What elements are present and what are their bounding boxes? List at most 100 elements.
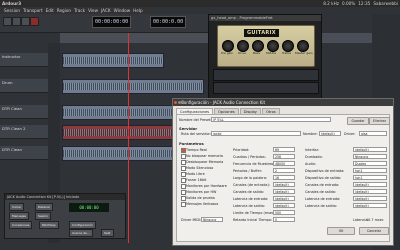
checkbox-label: Modo Libre [186, 171, 205, 176]
param-label: Frecuencia de Muestreo: [233, 162, 275, 166]
checkbox-label: Modo Silencioso [186, 165, 214, 170]
settings-content: Nombre del Preset: (P 5)LL Guardar Elimi… [176, 114, 390, 242]
minimize-icon[interactable] [178, 100, 181, 104]
param-label: Canales de entrada: [305, 183, 340, 187]
ok-button[interactable]: OK [327, 227, 355, 235]
track-header[interactable]: DTR Clean 2 [0, 125, 48, 139]
patchbay-button[interactable]: Patchbay [39, 221, 59, 229]
server-path-field[interactable]: jackd [211, 131, 301, 136]
out-latency-spin[interactable]: (default) [273, 203, 295, 208]
initial-timeout-label: Retardo Inicial Tiempo: [233, 218, 272, 222]
stop-button[interactable]: Detener [35, 203, 54, 211]
in-lat-select[interactable]: (default) [353, 196, 387, 201]
menu-session[interactable]: Session [4, 7, 20, 14]
in-ch-select[interactable]: (default) [353, 182, 387, 187]
preset-label: Nombre del Preset: [179, 118, 212, 122]
dither-select[interactable]: Ninguno [353, 154, 387, 159]
app-title: Ardour3 [2, 1, 22, 6]
start-button[interactable]: Iniciar [9, 203, 25, 211]
menu-view[interactable]: View [88, 7, 98, 14]
qjackctl-title: JACK Audio Connection Kit [P-5(L)] Inici… [5, 194, 125, 200]
secondary-clock[interactable]: 00:00:0.00 [150, 16, 187, 28]
priority-spin[interactable]: 89 [273, 147, 295, 152]
menu-help[interactable]: Help [133, 7, 143, 14]
param-label: Periodos / Buffer: [233, 169, 263, 173]
rewind-button[interactable] [3, 17, 12, 26]
track-header[interactable]: DTR Clean [0, 105, 48, 119]
menu-edit[interactable]: Edit [46, 7, 54, 14]
initial-timeout-spin[interactable]: 0 [273, 217, 295, 222]
quit-button[interactable]: Salir [101, 229, 114, 237]
param-label: Cuadros / Periodos: [233, 155, 266, 159]
cancel-button[interactable]: Cancelar [359, 227, 389, 235]
audio-region[interactable] [62, 79, 204, 94]
name-field[interactable]: (default) [319, 131, 341, 136]
driver-select[interactable]: alsa [359, 131, 387, 136]
about-button[interactable]: Acerca de... [69, 229, 93, 237]
input-device-select[interactable]: hw:1 [353, 168, 387, 173]
periods-spin[interactable]: 2 [273, 168, 295, 173]
track-header[interactable]: Instructor [0, 53, 48, 67]
checkbox-label: Salida de prueba [186, 195, 215, 200]
track-header[interactable]: DTR Clean [0, 146, 48, 160]
audio-mode-select[interactable]: Duplex [353, 161, 387, 166]
dialog-title: Configuración - JACK Audio Connection Ki… [173, 99, 393, 106]
guitarix-logo: GUITARIX [244, 29, 279, 37]
wordlength-select[interactable]: 16 [273, 175, 295, 180]
param-label: Canales de salida: [305, 190, 336, 194]
menu-jack[interactable]: JACK [101, 7, 111, 14]
name-label: Nombre: [303, 132, 318, 136]
out-ch-select[interactable]: (default) [353, 189, 387, 194]
midi-driver-select[interactable]: Ninguno [201, 217, 223, 222]
menu-window[interactable]: Window [114, 7, 131, 14]
play-button[interactable] [21, 17, 30, 26]
tray-user[interactable]: Sabarwebbi [373, 0, 398, 7]
primary-clock[interactable]: 00:00:00:00 [92, 16, 132, 28]
output-device-select[interactable]: hw:1 [353, 175, 387, 180]
latency-value: 10.7 msec [366, 218, 384, 222]
session-button[interactable]: Sesión [35, 212, 51, 220]
out-channels-spin[interactable]: (default) [273, 189, 295, 194]
audio-region[interactable] [62, 125, 174, 140]
checkbox-label: Monitores por HW [186, 189, 217, 194]
timeout-select[interactable]: 500 [273, 210, 295, 215]
out-lat-select[interactable]: (default) [353, 203, 387, 208]
in-channels-spin[interactable]: (default) [273, 182, 295, 187]
param-label: Latencia de entrada: [305, 197, 341, 201]
samplerate-select[interactable]: 48000 [273, 161, 295, 166]
menu-region[interactable]: Region [57, 7, 71, 14]
record-button[interactable] [30, 17, 39, 26]
setup-button[interactable]: Configuración [69, 221, 96, 229]
menu-transport[interactable]: Transport [23, 7, 43, 14]
audio-region[interactable] [62, 146, 174, 161]
interface-select[interactable]: (default) [353, 147, 387, 152]
in-latency-spin[interactable]: (default) [273, 196, 295, 201]
maximize-icon[interactable] [182, 100, 185, 104]
track-name: DTR Clean [2, 147, 22, 152]
connections-button[interactable]: Conexiones [9, 221, 33, 229]
param-label: Límite de Tiempo (msec): [233, 211, 277, 215]
track-name: DTR Clean 2 [2, 126, 26, 131]
param-label: Canales (de entrada): [233, 183, 270, 187]
param-label: Dumbado: [305, 155, 323, 159]
messages-button[interactable]: Mensajes [9, 212, 29, 220]
status-display: 00:00:00 [69, 203, 109, 212]
track-header[interactable]: Drum [0, 79, 48, 93]
close-icon[interactable] [174, 100, 177, 104]
stop-button[interactable] [12, 17, 21, 26]
playhead[interactable] [128, 33, 129, 243]
tray-dsp: 8.2 kHz [323, 1, 339, 6]
frames-select[interactable]: 256 [273, 154, 295, 159]
tray-clock[interactable]: 12:35 [358, 0, 370, 7]
effect-rack[interactable] [213, 82, 319, 94]
preset-select[interactable]: (P 5)LL [211, 117, 331, 122]
menu-track[interactable]: Track [74, 7, 85, 14]
save-button[interactable]: Guardar [347, 116, 369, 125]
param-label: Dispositivo de entrada: [305, 169, 345, 173]
effect-rack[interactable] [213, 69, 319, 81]
delete-button[interactable]: Eliminar [369, 116, 390, 125]
param-label: Dispositivo de salida: [305, 176, 342, 180]
param-label: Interfaz: [305, 148, 320, 152]
audio-region[interactable] [62, 53, 164, 68]
param-label: Latencia de salida: [233, 204, 265, 208]
